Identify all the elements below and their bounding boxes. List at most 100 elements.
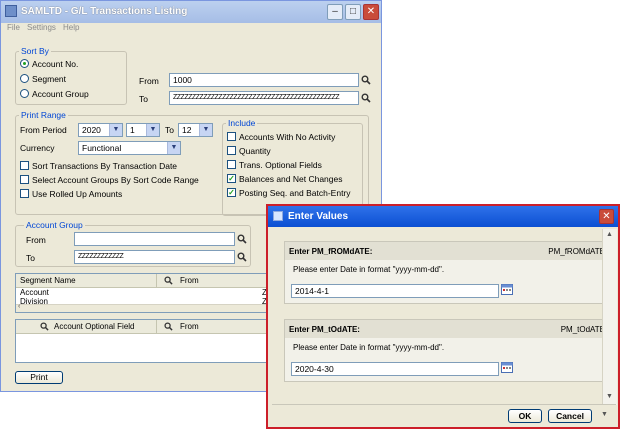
from-date-card: Enter PM_fROMdATE: PM_fROMdATE Please en… xyxy=(284,241,610,304)
title-bar: SAMLTD - G/L Transactions Listing – □ ✕ xyxy=(1,1,381,23)
period-to-select[interactable]: 12 ▼ xyxy=(178,123,213,137)
period-from-value: 1 xyxy=(130,125,135,135)
calendar-icon[interactable] xyxy=(501,284,513,295)
from-date-field-name: Enter PM_fROMdATE: xyxy=(289,247,373,256)
rolled-up-amounts-checkbox[interactable] xyxy=(20,189,29,198)
balances-net-changes-label: Balances and Net Changes xyxy=(239,174,343,184)
print-button[interactable]: Print xyxy=(15,371,63,384)
sort-by-label: Sort By xyxy=(19,46,51,56)
chevron-down-icon: ▼ xyxy=(199,124,212,136)
dialog-vertical-scrollbar[interactable]: ▲ ▼ xyxy=(602,229,617,405)
menu-settings[interactable]: Settings xyxy=(27,23,56,32)
radio-account-group[interactable] xyxy=(20,89,29,98)
search-icon[interactable] xyxy=(361,93,371,103)
from-period-label: From Period xyxy=(20,125,67,135)
to-label: To xyxy=(139,94,148,104)
optional-field-grid: Account Optional Field From xyxy=(15,319,271,363)
radio-account-no[interactable] xyxy=(20,59,29,68)
segment-grid: Segment Name From Account ZZ Division ZZ… xyxy=(15,273,271,313)
to-date-tag: PM_tOdATE xyxy=(560,325,605,334)
to-date-field-name: Enter PM_tOdATE: xyxy=(289,325,360,334)
account-group-label: Account Group xyxy=(24,220,85,230)
menu-help[interactable]: Help xyxy=(63,23,79,32)
search-icon[interactable] xyxy=(237,234,247,244)
segment-name-header[interactable]: Segment Name xyxy=(20,276,76,285)
cancel-button[interactable]: Cancel xyxy=(548,409,592,423)
group-to-label: To xyxy=(26,253,35,263)
currency-label: Currency xyxy=(20,143,55,153)
segment-name-cell: Account xyxy=(20,288,49,297)
from-date-tag: PM_fROMdATE xyxy=(548,247,605,256)
posting-seq-label: Posting Seq. and Batch-Entry xyxy=(239,188,351,198)
column-divider xyxy=(156,320,157,333)
select-by-sort-code-label: Select Account Groups By Sort Code Range xyxy=(32,175,199,185)
from-date-card-header: Enter PM_fROMdATE: PM_fROMdATE xyxy=(285,242,609,260)
close-button[interactable]: ✕ xyxy=(363,4,379,20)
dialog-app-icon xyxy=(273,211,283,221)
year-select[interactable]: 2020 ▼ xyxy=(78,123,123,137)
horizontal-scrollbar[interactable]: ‹ xyxy=(16,303,270,312)
scroll-left-icon[interactable]: ‹ xyxy=(18,303,20,310)
chevron-down-icon: ▼ xyxy=(146,124,159,136)
no-activity-checkbox[interactable] xyxy=(227,132,236,141)
segment-grid-header: Segment Name From xyxy=(16,274,270,288)
dialog-close-button[interactable]: ✕ xyxy=(599,209,614,224)
optional-grid-header: Account Optional Field From xyxy=(16,320,270,334)
group-from-input[interactable] xyxy=(74,232,235,246)
from-date-input[interactable]: 2014-4-1 xyxy=(291,284,499,298)
sort-to-input[interactable]: ZZZZZZZZZZZZZZZZZZZZZZZZZZZZZZZZZZZZZZZZ… xyxy=(169,91,359,105)
select-by-sort-code-checkbox[interactable] xyxy=(20,175,29,184)
sort-by-trans-date-checkbox[interactable] xyxy=(20,161,29,170)
period-from-select[interactable]: 1 ▼ xyxy=(126,123,160,137)
search-icon[interactable] xyxy=(237,252,247,262)
sort-by-trans-date-label: Sort Transactions By Transaction Date xyxy=(32,161,178,171)
to-date-card-header: Enter PM_tOdATE: PM_tOdATE xyxy=(285,320,609,338)
radio-account-no-label: Account No. xyxy=(32,59,79,69)
calendar-icon[interactable] xyxy=(501,362,513,373)
from-label: From xyxy=(139,76,159,86)
period-to-value: 12 xyxy=(182,125,192,135)
column-divider xyxy=(156,274,157,287)
to-date-hint: Please enter Date in format "yyyy-mm-dd"… xyxy=(293,343,445,352)
search-icon[interactable] xyxy=(164,322,173,331)
menu-bar: File Settings Help xyxy=(1,23,381,36)
balances-net-changes-checkbox[interactable]: ✓ xyxy=(227,174,236,183)
include-label: Include xyxy=(226,118,258,128)
scroll-down-icon[interactable]: ▼ xyxy=(606,393,613,400)
rolled-up-amounts-label: Use Rolled Up Amounts xyxy=(32,189,123,199)
trans-optional-fields-checkbox[interactable] xyxy=(227,160,236,169)
period-to-label: To xyxy=(165,125,174,135)
enter-values-dialog: Enter Values ✕ Enter PM_fROMdATE: PM_fRO… xyxy=(266,204,620,429)
group-to-input[interactable]: ZZZZZZZZZZZZ xyxy=(74,250,235,264)
to-date-card: Enter PM_tOdATE: PM_tOdATE Please enter … xyxy=(284,319,610,382)
radio-segment[interactable] xyxy=(20,74,29,83)
sort-from-input[interactable]: 1000 xyxy=(169,73,359,87)
chevron-down-icon: ▼ xyxy=(167,142,180,154)
to-date-input[interactable]: 2020-4-30 xyxy=(291,362,499,376)
divider xyxy=(272,404,616,405)
scroll-down-icon[interactable]: ▼ xyxy=(601,411,608,418)
menu-file[interactable]: File xyxy=(7,23,20,32)
scroll-up-icon[interactable]: ▲ xyxy=(606,231,613,238)
maximize-button[interactable]: □ xyxy=(345,4,361,20)
window-title: SAMLTD - G/L Transactions Listing xyxy=(21,6,188,17)
currency-select[interactable]: Functional ▼ xyxy=(78,141,181,155)
year-value: 2020 xyxy=(82,125,101,135)
search-icon[interactable] xyxy=(164,276,173,285)
quantity-label: Quantity xyxy=(239,146,271,156)
from-header[interactable]: From xyxy=(180,276,199,285)
quantity-checkbox[interactable] xyxy=(227,146,236,155)
ok-button[interactable]: OK xyxy=(508,409,542,423)
chevron-down-icon: ▼ xyxy=(109,124,122,136)
optional-field-header[interactable]: Account Optional Field xyxy=(54,322,135,331)
trans-optional-fields-label: Trans. Optional Fields xyxy=(239,160,322,170)
optional-from-header[interactable]: From xyxy=(180,322,199,331)
minimize-button[interactable]: – xyxy=(327,4,343,20)
radio-segment-label: Segment xyxy=(32,74,67,84)
no-activity-label: Accounts With No Activity xyxy=(239,132,336,142)
search-icon[interactable] xyxy=(40,322,49,331)
posting-seq-checkbox[interactable]: ✓ xyxy=(227,188,236,197)
search-icon[interactable] xyxy=(361,75,371,85)
app-icon xyxy=(5,5,17,17)
dialog-title-bar: Enter Values ✕ xyxy=(268,206,618,227)
